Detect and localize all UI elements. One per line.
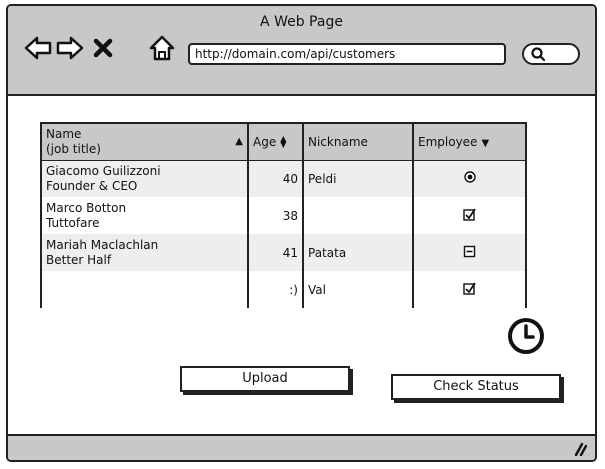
- row-nickname: Val: [302, 271, 413, 308]
- row-nickname: Peldi: [302, 160, 413, 197]
- column-header-name-label: Name: [46, 126, 82, 141]
- checkbox-indeterminate-icon[interactable]: [463, 245, 476, 258]
- column-header-name-sublabel: (job title): [46, 141, 101, 156]
- browser-window: A Web Page http://domain.com/api/custome…: [6, 4, 597, 462]
- address-bar[interactable]: http://domain.com/api/customers: [188, 43, 506, 65]
- table-row[interactable]: Mariah Maclachlan Better Half 41 Patata: [42, 234, 525, 271]
- column-header-age-label: Age: [253, 134, 277, 149]
- column-header-nickname-label: Nickname: [308, 134, 368, 149]
- row-nickname: [302, 197, 413, 234]
- row-age: 38: [247, 197, 303, 234]
- row-title: Founder & CEO: [46, 178, 138, 193]
- row-nickname: Patata: [302, 234, 413, 271]
- close-icon[interactable]: [92, 37, 114, 59]
- check-status-button[interactable]: Check Status: [391, 374, 561, 400]
- column-header-age[interactable]: Age ▲ ▼: [247, 124, 303, 161]
- sort-ascending-icon: ▲: [235, 136, 243, 148]
- search-input[interactable]: [522, 43, 580, 65]
- upload-button[interactable]: Upload: [180, 366, 350, 392]
- window-title: A Web Page: [260, 14, 343, 30]
- resize-grip-icon[interactable]: [571, 442, 587, 456]
- search-icon: [531, 47, 546, 62]
- row-title: Tuttofare: [46, 215, 100, 230]
- row-age: 41: [247, 234, 303, 271]
- checkbox-checked-icon[interactable]: [463, 282, 476, 295]
- column-header-employee[interactable]: Employee ▼: [412, 124, 525, 161]
- arrow-left-icon[interactable]: [24, 34, 52, 62]
- table-row[interactable]: Marco Botton Tuttofare 38: [42, 197, 525, 234]
- sort-descending-icon: ▼: [481, 137, 490, 149]
- status-bar: [8, 434, 595, 460]
- radio-selected-icon[interactable]: [463, 171, 476, 183]
- row-title: Better Half: [46, 252, 112, 267]
- table-row[interactable]: :) Val: [42, 271, 525, 308]
- row-age: :): [247, 271, 303, 308]
- row-name: Marco Botton: [46, 200, 127, 215]
- home-icon[interactable]: [148, 34, 176, 62]
- column-header-name[interactable]: Name (job title) ▲: [42, 124, 248, 161]
- arrow-right-icon[interactable]: [56, 34, 84, 62]
- checkbox-checked-icon[interactable]: [463, 208, 476, 221]
- column-header-nickname[interactable]: Nickname: [302, 124, 413, 161]
- row-age: 40: [247, 160, 303, 197]
- clock-icon: [508, 318, 544, 354]
- browser-toolbar: A Web Page http://domain.com/api/custome…: [8, 6, 595, 96]
- sort-both-icon: ▲ ▼: [280, 134, 287, 150]
- row-name: Mariah Maclachlan: [46, 237, 159, 252]
- customers-table: Name (job title) ▲ Age ▲ ▼ Nickname Employ: [40, 122, 527, 308]
- table-row[interactable]: Giacomo Guilizzoni Founder & CEO 40 Peldi: [42, 160, 525, 197]
- table-header-row: Name (job title) ▲ Age ▲ ▼ Nickname Employ: [42, 124, 525, 161]
- row-name: Giacomo Guilizzoni: [46, 163, 161, 178]
- column-header-employee-label: Employee: [418, 134, 478, 149]
